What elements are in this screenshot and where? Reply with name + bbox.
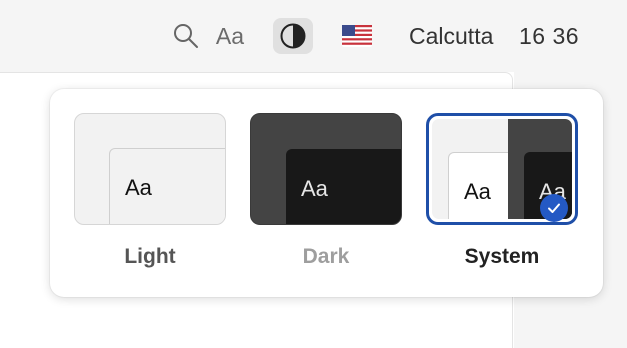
clock: 16 36	[519, 22, 580, 49]
search-button[interactable]	[170, 18, 202, 54]
theme-option-system[interactable]: Aa Aa System	[426, 113, 578, 269]
selected-check-icon	[540, 194, 568, 222]
option-label: System	[464, 245, 540, 268]
preview-text: Aa	[109, 148, 225, 224]
contrast-icon	[280, 23, 306, 49]
system-preview: Aa Aa	[426, 113, 578, 225]
option-label: Light	[124, 245, 176, 268]
search-icon	[174, 24, 198, 48]
font-size-button[interactable]: Aa	[212, 18, 248, 54]
dark-preview: Aa	[250, 113, 402, 225]
system-preview-light: Aa	[432, 119, 518, 219]
us-flag-icon	[342, 25, 372, 47]
city-label: Calcutta	[409, 22, 494, 49]
theme-option-dark[interactable]: Aa Dark	[250, 113, 402, 269]
light-preview: Aa	[74, 113, 226, 225]
option-label: Dark	[302, 245, 350, 268]
preview-text: Aa	[286, 149, 401, 224]
theme-option-light[interactable]: Aa Light	[74, 113, 226, 269]
theme-popover: Aa Light Aa Dark Aa Aa System	[50, 89, 603, 297]
language-button[interactable]	[340, 18, 374, 54]
top-bar: Aa Calcutta 16 36	[0, 0, 627, 72]
theme-button[interactable]	[273, 18, 313, 54]
